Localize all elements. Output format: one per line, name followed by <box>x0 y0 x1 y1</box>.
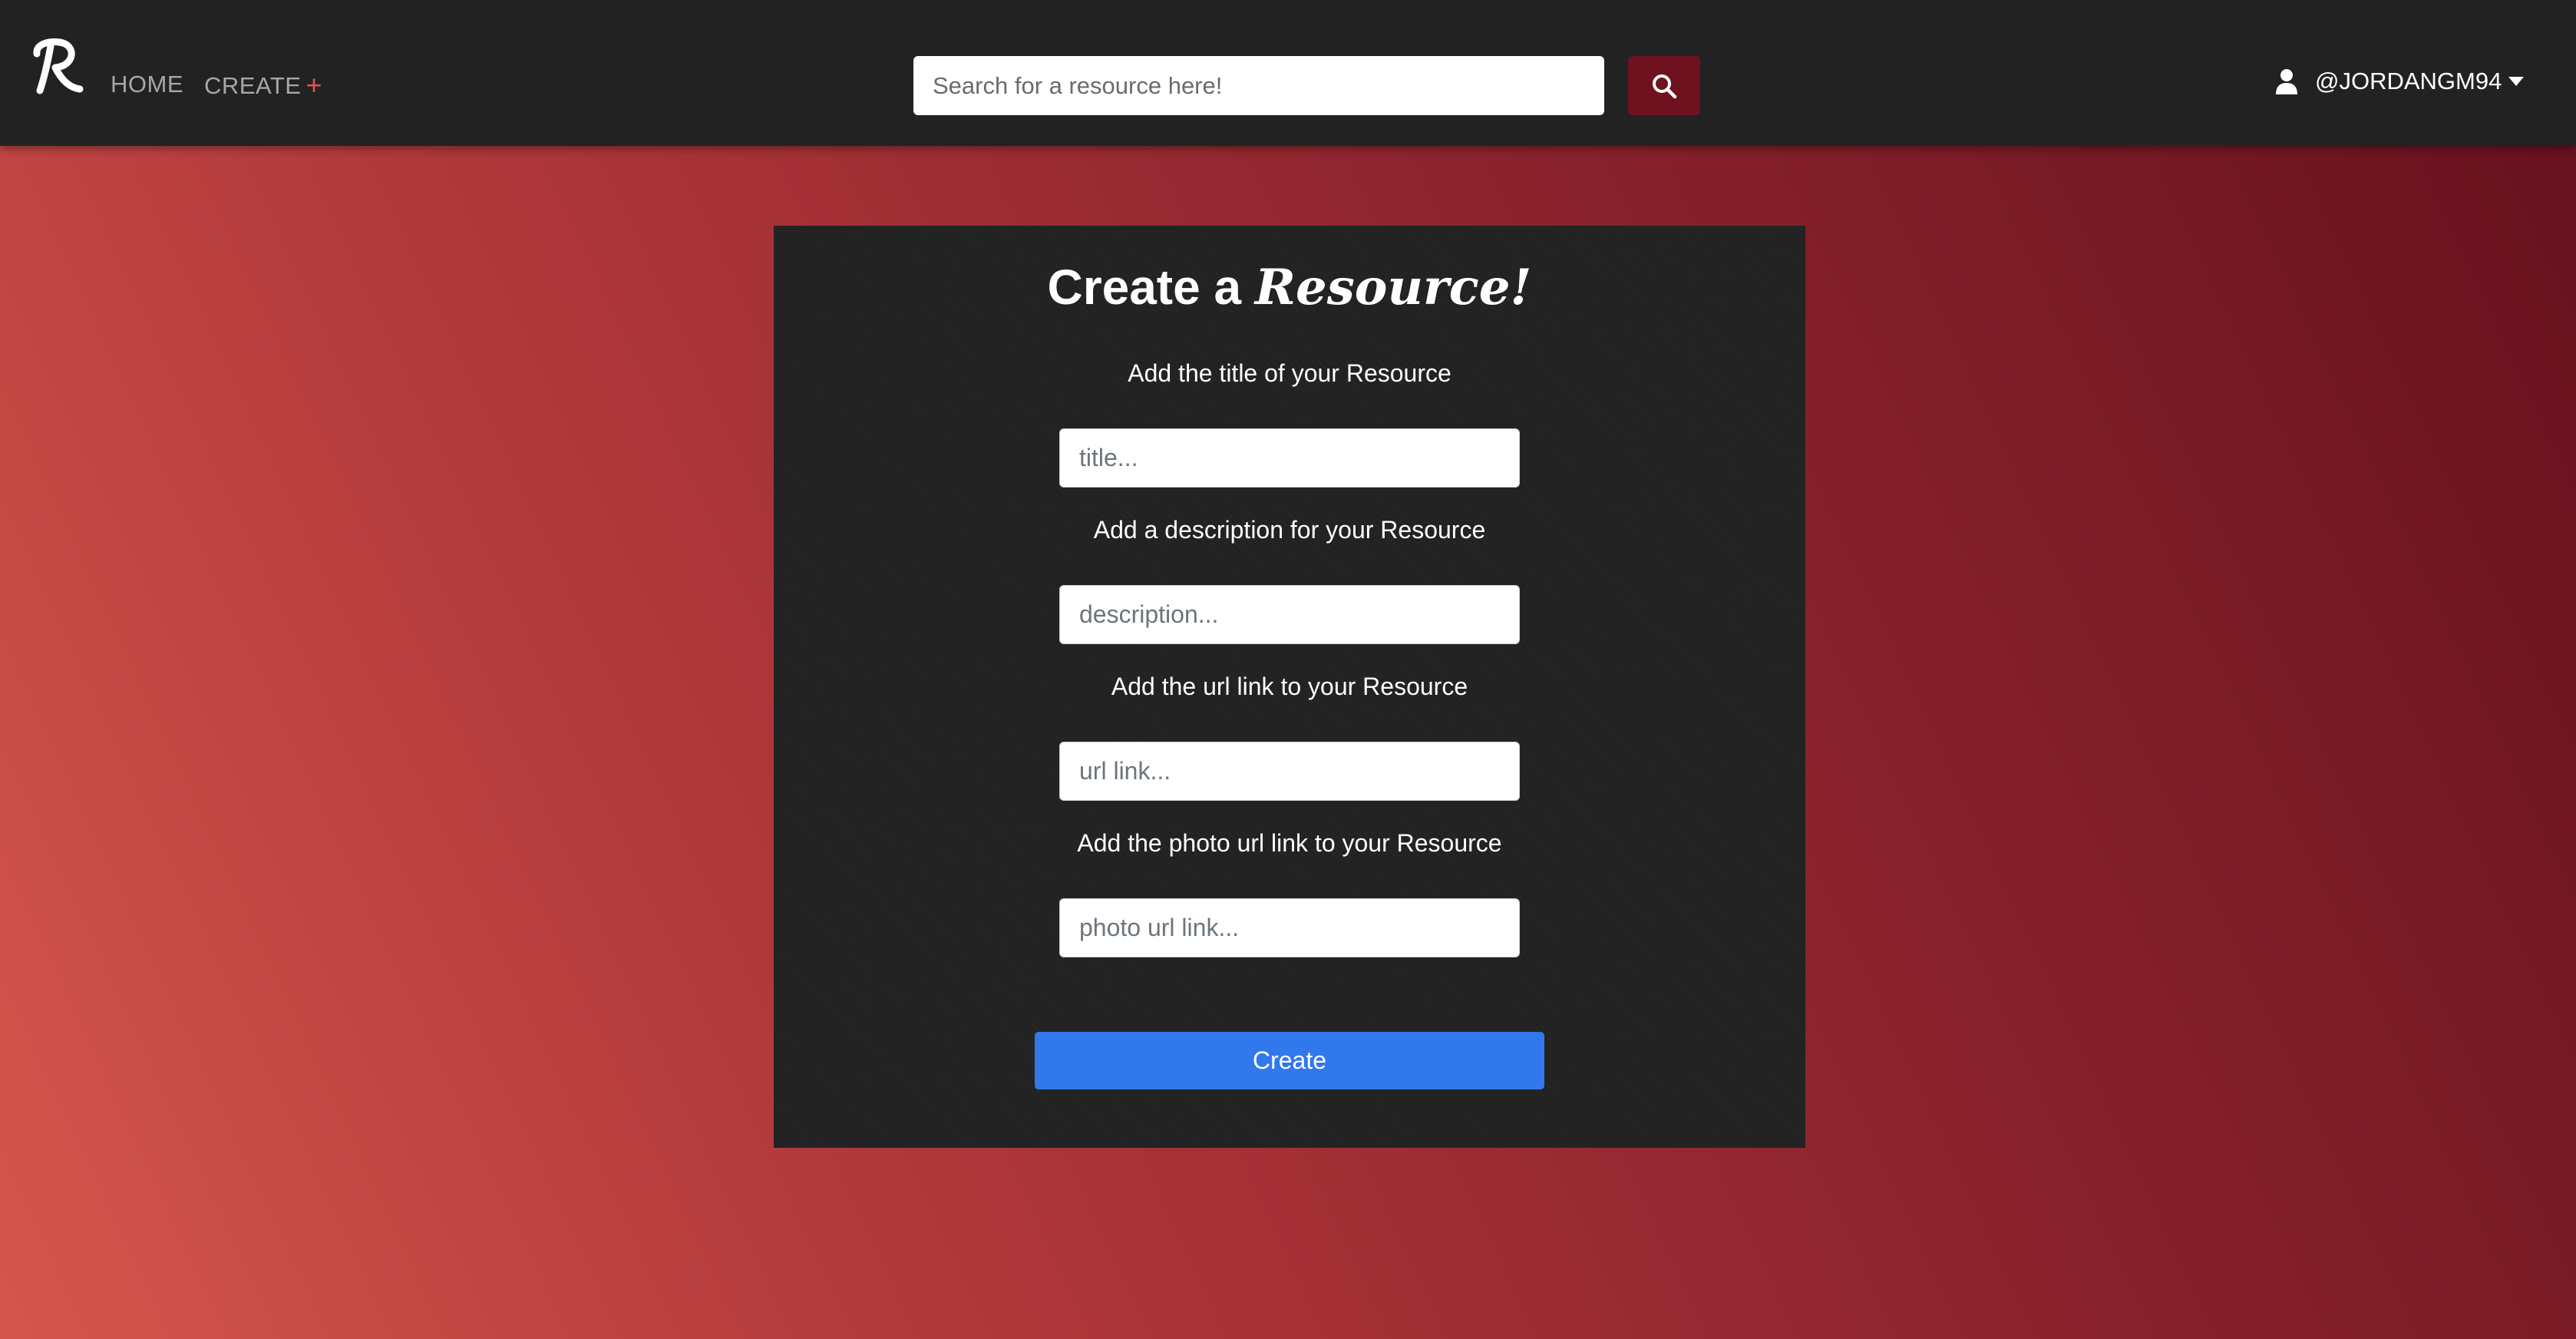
title-field-label: Add the title of your Resource <box>1128 359 1451 387</box>
photo-url-field-label: Add the photo url link to your Resource <box>1077 829 1502 857</box>
app-logo[interactable] <box>29 32 84 101</box>
page-title-prefix: Create a <box>1047 260 1242 315</box>
plus-icon: + <box>305 69 322 101</box>
page-title: Create a Resource! <box>774 256 1805 319</box>
nav-home-link[interactable]: HOME <box>111 68 183 101</box>
description-input[interactable] <box>1059 585 1520 644</box>
user-menu-dropdown[interactable]: @JORDANGM94 <box>2275 63 2525 100</box>
logo-icon <box>33 38 84 94</box>
caret-down-icon <box>2508 77 2525 86</box>
user-icon <box>2276 69 2297 94</box>
nav-create-link[interactable]: CREATE + <box>204 68 322 103</box>
create-resource-panel: Create a Resource! Add the title of your… <box>774 226 1805 1148</box>
description-field-label: Add a description for your Resource <box>1093 516 1486 544</box>
url-field-label: Add the url link to your Resource <box>1111 673 1468 700</box>
nav-create-label: CREATE <box>204 72 302 99</box>
search-icon <box>1653 74 1677 98</box>
username-label: @JORDANGM94 <box>2315 68 2502 94</box>
top-navbar: HOME CREATE+ @JORDANGM94 <box>0 0 2576 146</box>
photo-url-input[interactable] <box>1059 898 1520 957</box>
search-input[interactable] <box>913 56 1604 115</box>
title-input[interactable] <box>1059 428 1520 488</box>
create-button[interactable]: Create <box>1035 1032 1544 1089</box>
search-button[interactable] <box>1628 56 1700 115</box>
page-title-script: Resource! <box>1254 259 1532 316</box>
url-input[interactable] <box>1059 742 1520 801</box>
